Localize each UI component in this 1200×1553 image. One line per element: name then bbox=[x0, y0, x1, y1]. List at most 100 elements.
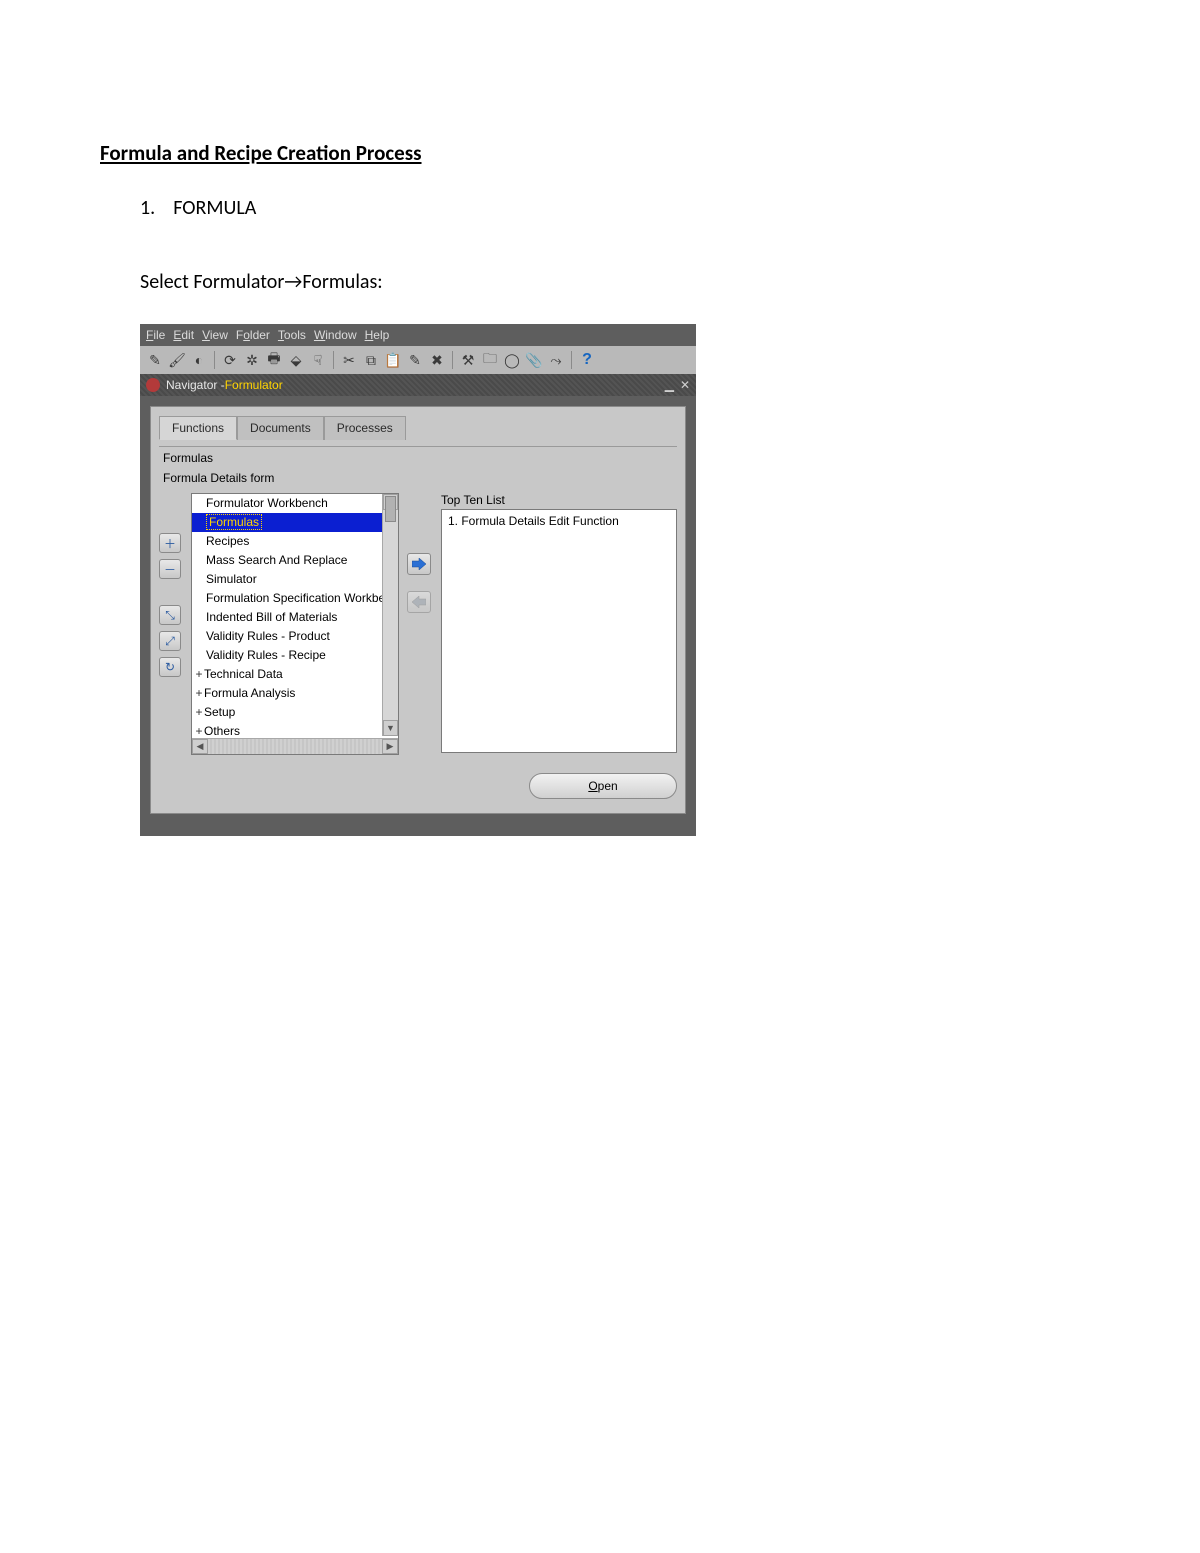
function-list-item[interactable]: Validity Rules - Product bbox=[192, 627, 382, 646]
function-list-item[interactable]: Formulation Specification Workbe bbox=[192, 589, 382, 608]
toolbar-copy-icon[interactable]: ⧉ bbox=[362, 351, 380, 369]
toolbar-wrench-icon[interactable]: ⚒ bbox=[459, 351, 477, 369]
expand-icon[interactable]: ＋ bbox=[159, 533, 181, 553]
menu-edit[interactable]: Edit bbox=[173, 328, 194, 342]
collapse-icon[interactable]: － bbox=[159, 559, 181, 579]
close-icon[interactable]: ✕ bbox=[680, 378, 690, 392]
move-right-button[interactable] bbox=[407, 553, 431, 575]
menu-help[interactable]: Help bbox=[365, 328, 390, 342]
navigator-app-icon bbox=[146, 378, 160, 392]
expander-icon[interactable]: + bbox=[194, 704, 204, 721]
navigator-title-prefix: Navigator - bbox=[166, 378, 225, 392]
function-list-item-label: Simulator bbox=[206, 572, 257, 586]
function-list-item-label: Technical Data bbox=[204, 667, 283, 681]
menu-view[interactable]: View bbox=[202, 328, 228, 342]
toolbar-separator bbox=[214, 351, 215, 369]
toolbar-brush-icon[interactable]: 🖌 bbox=[168, 351, 186, 369]
top-ten-label: Top Ten List bbox=[441, 493, 677, 509]
toolbar-edit-icon[interactable]: ✎ bbox=[406, 351, 424, 369]
function-list-item[interactable]: Simulator bbox=[192, 570, 382, 589]
function-list-item[interactable]: +Formula Analysis bbox=[192, 684, 382, 703]
menu-window[interactable]: Window bbox=[314, 328, 357, 342]
toolbar-globe-icon[interactable]: ◐ bbox=[190, 351, 208, 369]
tab-functions[interactable]: Functions bbox=[159, 416, 237, 440]
function-list-item-label: Setup bbox=[204, 705, 235, 719]
function-list-item-label: Validity Rules - Recipe bbox=[206, 648, 326, 662]
scroll-down-icon[interactable]: ▼ bbox=[383, 720, 398, 736]
move-left-button[interactable] bbox=[407, 591, 431, 613]
function-list-item[interactable]: Validity Rules - Recipe bbox=[192, 646, 382, 665]
section-label-1: Formulas bbox=[159, 447, 677, 467]
function-list-item-label: Recipes bbox=[206, 534, 249, 548]
menu-tools[interactable]: Tools bbox=[278, 328, 306, 342]
toolbar-help-icon[interactable]: ? bbox=[578, 351, 596, 369]
arrow-left-icon bbox=[412, 596, 426, 608]
menu-folder[interactable]: Folder bbox=[236, 328, 270, 342]
top-ten-item[interactable]: 1. Formula Details Edit Function bbox=[446, 512, 672, 531]
toolbar: ✎ 🖌 ◐ ⟳ ✲ 🖶 ⬙ ☟ ✂ ⧉ 📋 ✎ ✖ ⚒ 🗀 ◯ 📎 ⤳ ? bbox=[140, 346, 696, 374]
function-list-item[interactable]: Indented Bill of Materials bbox=[192, 608, 382, 627]
toolbar-gear-icon[interactable]: ✲ bbox=[243, 351, 261, 369]
section-label-2: Formula Details form bbox=[159, 467, 677, 487]
tree-sync-icon[interactable]: ↻ bbox=[159, 657, 181, 677]
expander-icon[interactable]: + bbox=[194, 723, 204, 738]
tab-documents[interactable]: Documents bbox=[237, 416, 324, 440]
function-listbox[interactable]: Formulator Workbench Formulas Recipes Mass … bbox=[191, 493, 399, 755]
toolbar-cut-icon[interactable]: ✂ bbox=[340, 351, 358, 369]
minimize-icon[interactable]: ▁ bbox=[665, 378, 674, 392]
toolbar-paste-icon[interactable]: 📋 bbox=[384, 351, 402, 369]
toolbar-printer-icon[interactable]: 🖶 bbox=[265, 351, 283, 369]
toolbar-import-icon[interactable]: ⬙ bbox=[287, 351, 305, 369]
scroll-thumb[interactable] bbox=[385, 496, 396, 522]
instruction-text: Select Formulator→Formulas: bbox=[140, 270, 1100, 294]
step-label: FORMULA bbox=[173, 196, 256, 220]
vertical-scrollbar[interactable]: ▲ ▼ bbox=[382, 494, 398, 736]
toolbar-separator bbox=[452, 351, 453, 369]
function-list-item[interactable]: Mass Search And Replace bbox=[192, 551, 382, 570]
step-line: 1. FORMULA bbox=[140, 196, 1100, 220]
tree-toolbar: ＋ － ⤡ ⤢ ↻ bbox=[159, 533, 183, 677]
tab-bar: Functions Documents Processes bbox=[159, 415, 677, 439]
toolbar-delete-icon[interactable]: ✖ bbox=[428, 351, 446, 369]
horizontal-scrollbar[interactable]: ◀ ▶ bbox=[192, 738, 398, 754]
expander-icon[interactable]: + bbox=[194, 685, 204, 702]
expand-all-icon[interactable]: ⤡ bbox=[159, 605, 181, 625]
toolbar-new-icon[interactable]: ✎ bbox=[146, 351, 164, 369]
function-list-item-label: Formula Analysis bbox=[204, 686, 295, 700]
function-list-item-label: Others bbox=[204, 724, 240, 738]
step-number: 1. bbox=[140, 196, 155, 220]
function-list-item-label: Formulator Workbench bbox=[206, 496, 328, 510]
function-list-item[interactable]: +Setup bbox=[192, 703, 382, 722]
transfer-buttons bbox=[407, 553, 433, 613]
menu-file[interactable]: File bbox=[146, 328, 165, 342]
document-title: Formula and Recipe Creation Process bbox=[100, 140, 1100, 166]
toolbar-hand-icon[interactable]: ☟ bbox=[309, 351, 327, 369]
function-list-item[interactable]: +Others bbox=[192, 722, 382, 738]
function-list-item-label: Formulas bbox=[206, 514, 262, 530]
function-list-item-label: Indented Bill of Materials bbox=[206, 610, 337, 624]
tab-processes[interactable]: Processes bbox=[324, 416, 406, 440]
toolbar-refresh-icon[interactable]: ⟳ bbox=[221, 351, 239, 369]
function-list-item[interactable]: Formulator Workbench bbox=[192, 494, 382, 513]
function-list-item[interactable]: Formulas bbox=[192, 513, 382, 532]
arrow-right-icon bbox=[412, 558, 426, 570]
navigator-title-module: Formulator bbox=[225, 378, 283, 392]
toolbar-disc-icon[interactable]: ◯ bbox=[503, 351, 521, 369]
navigator-titlebar: Navigator - Formulator ▁ ✕ bbox=[140, 374, 696, 396]
expander-icon[interactable]: + bbox=[194, 666, 204, 683]
function-list-item-label: Mass Search And Replace bbox=[206, 553, 347, 567]
toolbar-link-icon[interactable]: ⤳ bbox=[547, 351, 565, 369]
toolbar-attach-icon[interactable]: 📎 bbox=[525, 351, 543, 369]
scroll-left-icon[interactable]: ◀ bbox=[192, 739, 208, 754]
function-list-item[interactable]: Recipes bbox=[192, 532, 382, 551]
toolbar-folder-icon[interactable]: 🗀 bbox=[481, 351, 499, 369]
function-list-item[interactable]: +Technical Data bbox=[192, 665, 382, 684]
function-list-item-label: Validity Rules - Product bbox=[206, 629, 330, 643]
toolbar-separator bbox=[571, 351, 572, 369]
function-list-item-label: Formulation Specification Workbe bbox=[206, 591, 382, 605]
collapse-all-icon[interactable]: ⤢ bbox=[159, 631, 181, 651]
toolbar-separator bbox=[333, 351, 334, 369]
scroll-right-icon[interactable]: ▶ bbox=[382, 739, 398, 754]
open-button[interactable]: Open bbox=[529, 773, 677, 799]
top-ten-listbox[interactable]: 1. Formula Details Edit Function bbox=[441, 509, 677, 753]
